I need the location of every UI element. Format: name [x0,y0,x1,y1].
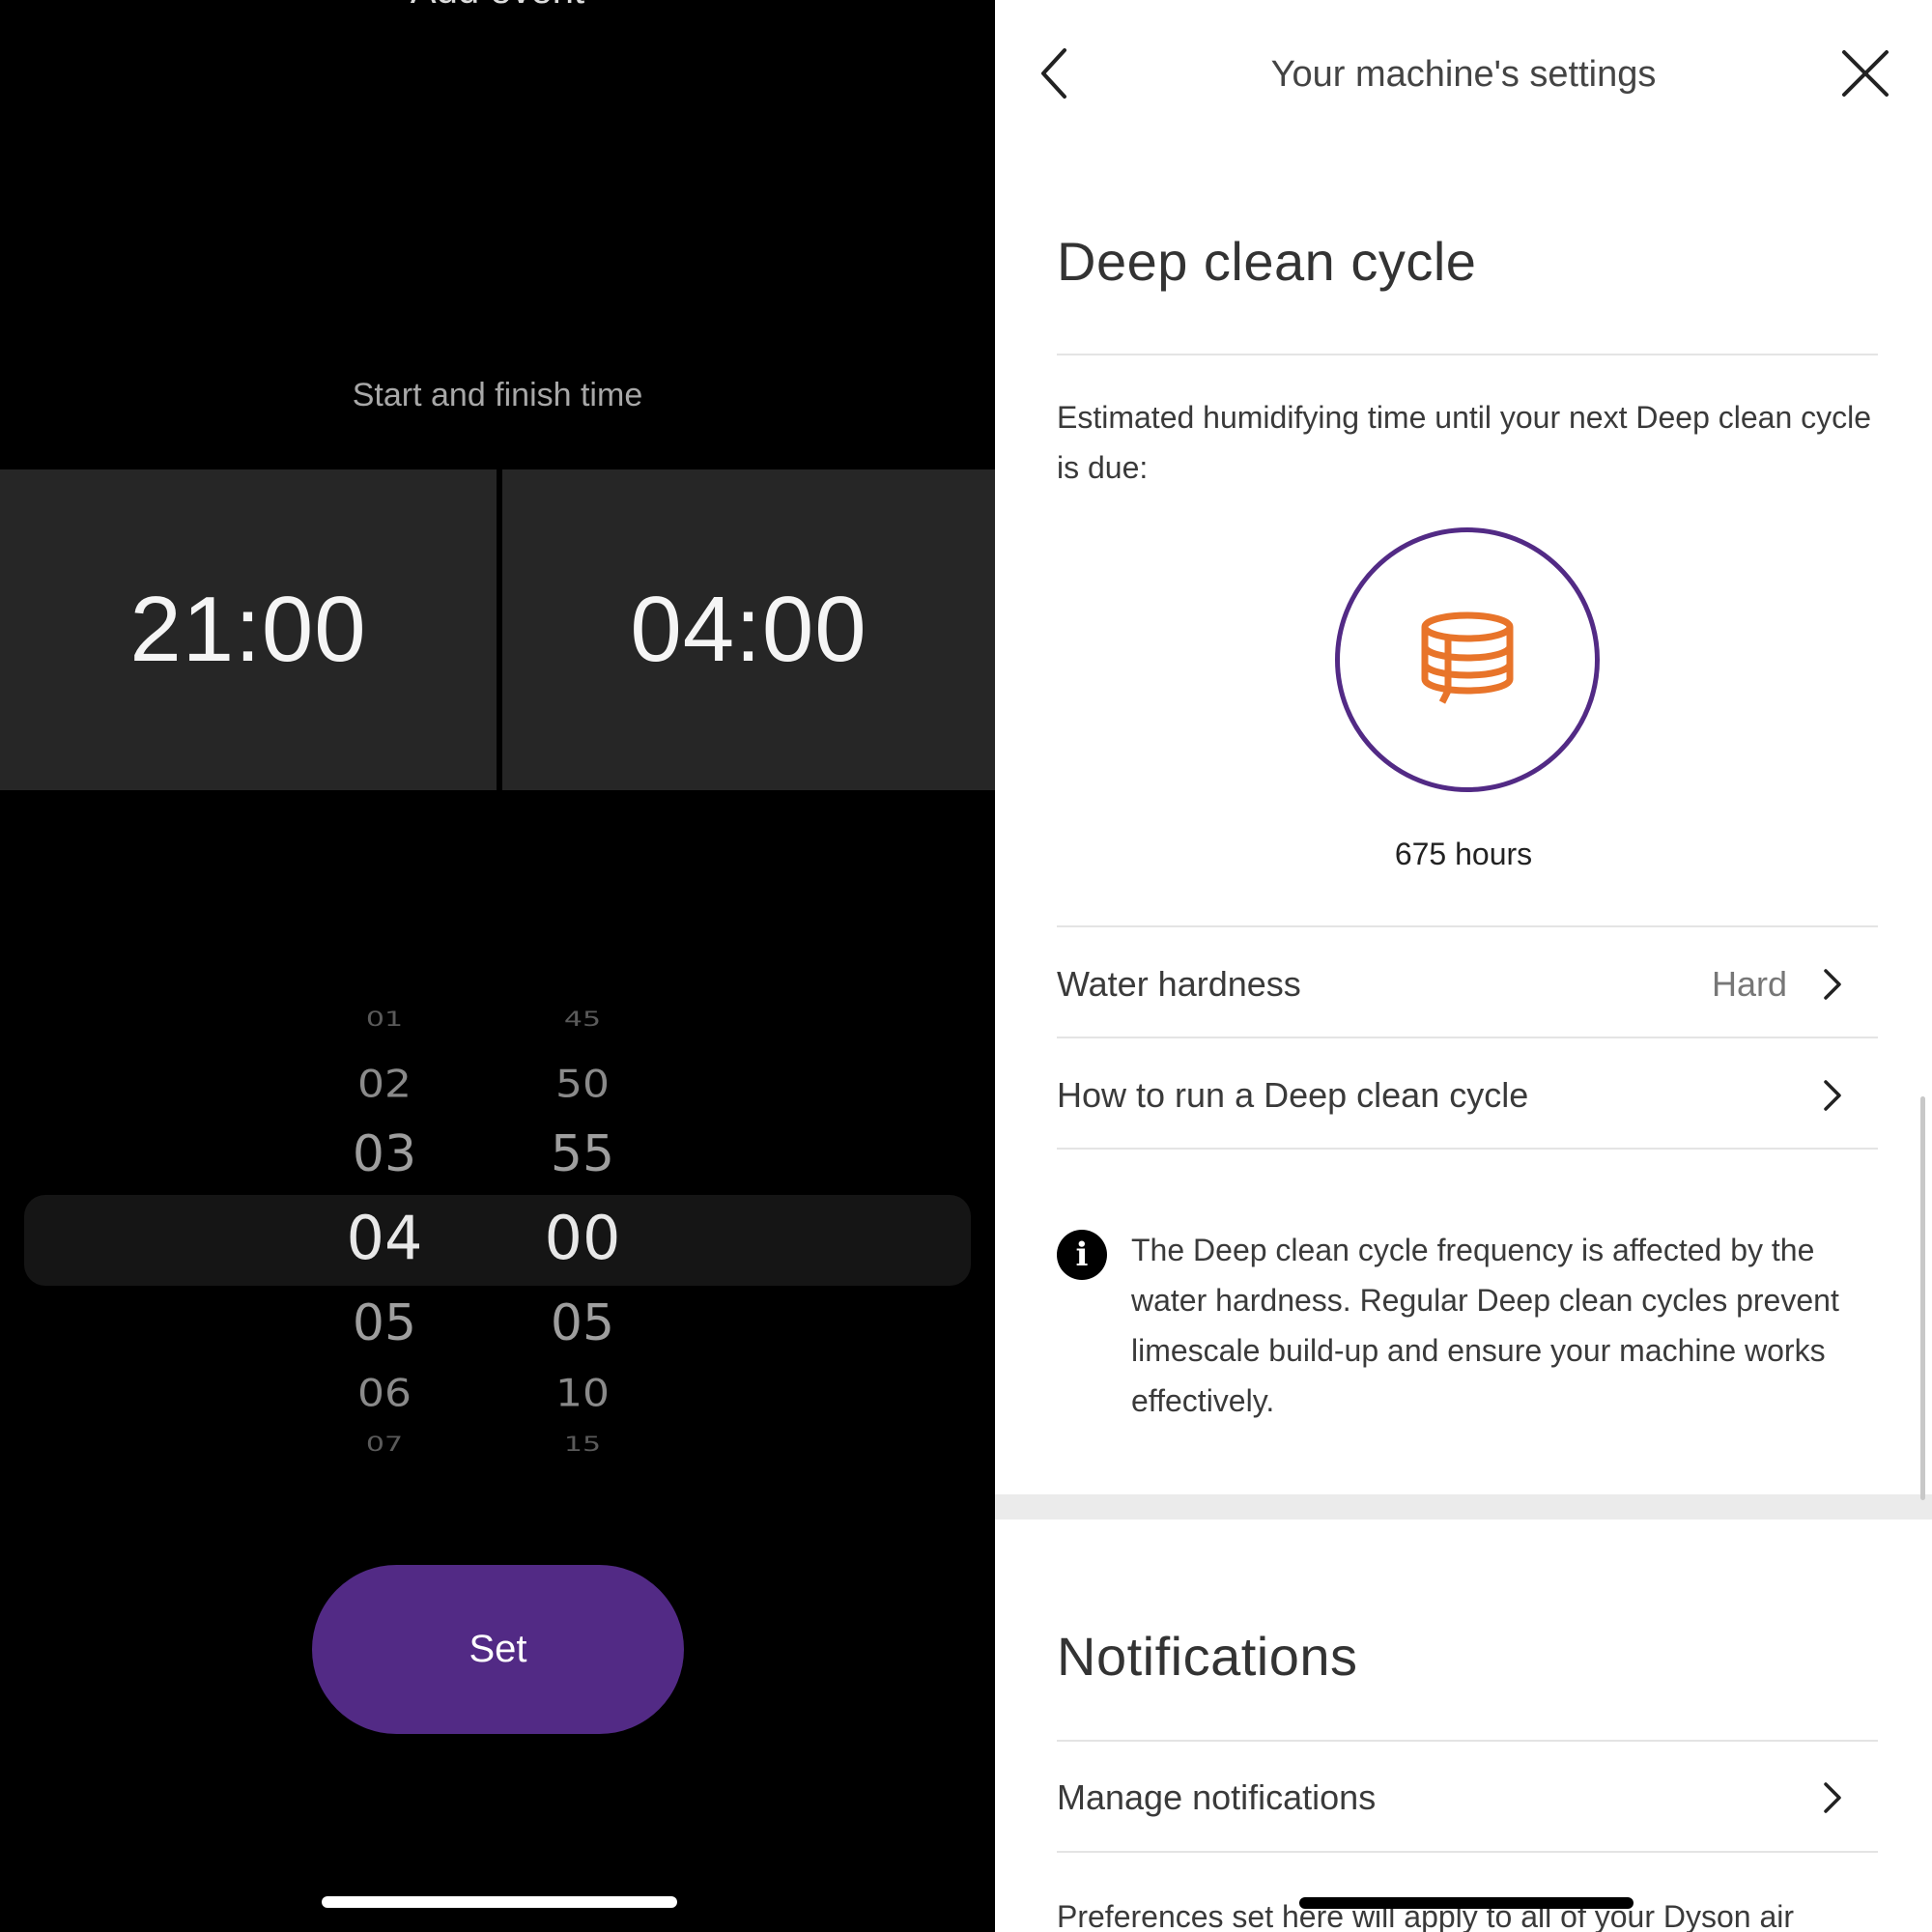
estimate-description: Estimated humidifying time until your ne… [1057,400,1872,485]
water-hardness-row[interactable]: Water hardness Hard [1057,931,1878,1037]
hour-option-selected[interactable]: 04 [317,1203,452,1273]
minute-option[interactable]: 15 [515,1433,650,1452]
divider [1057,925,1878,927]
hour-option[interactable]: 01 [317,1008,452,1027]
minute-option[interactable]: 10 [515,1372,650,1416]
manage-notifications-label: Manage notifications [1057,1777,1377,1817]
close-icon[interactable] [1840,48,1890,99]
minute-wheel[interactable]: 45 50 55 00 05 10 15 [515,1008,650,1463]
hour-option[interactable]: 05 [317,1294,452,1352]
manage-notifications-row[interactable]: Manage notifications [1057,1745,1878,1851]
time-picker[interactable]: 01 02 03 04 05 06 07 45 50 55 00 05 10 1… [0,1008,995,1463]
minute-option-selected[interactable]: 00 [515,1203,650,1273]
hours-remaining: 675 hours [1394,837,1533,871]
screen-title: Your machine's settings [1270,54,1657,95]
water-hardness-label: Water hardness [1057,964,1301,1004]
finish-time-tile[interactable]: 04:00 [502,469,995,790]
chevron-right-icon [1824,1080,1841,1111]
minute-option[interactable]: 55 [515,1125,650,1183]
hour-wheel[interactable]: 01 02 03 04 05 06 07 [317,1008,452,1463]
divider [1057,1740,1878,1742]
how-to-run-label: How to run a Deep clean cycle [1057,1075,1529,1115]
minute-option[interactable]: 50 [515,1063,650,1107]
info-description: The Deep clean cycle frequency is affect… [1131,1233,1839,1418]
divider [1057,1037,1878,1038]
how-to-run-row[interactable]: How to run a Deep clean cycle [1057,1042,1878,1149]
water-hardness-value: Hard [1711,964,1787,1004]
scrollbar[interactable] [1920,1096,1925,1500]
filter-cartridge-icon [1421,611,1514,704]
add-event-screen: Add event Start and finish time 21:00 04… [0,0,995,1932]
deep-clean-heading: Deep clean cycle [1057,231,1477,292]
minute-option[interactable]: 45 [515,1008,650,1027]
divider [1057,1148,1878,1150]
hour-option[interactable]: 02 [317,1063,452,1107]
picker-selection-highlight [24,1195,971,1286]
chevron-right-icon [1824,1782,1841,1813]
close-icon[interactable] [874,0,932,10]
screen-title: Add event [0,0,995,13]
hour-option[interactable]: 06 [317,1372,452,1416]
minute-option[interactable]: 05 [515,1294,650,1352]
section-separator [995,1494,1932,1520]
home-indicator [1299,1897,1634,1909]
home-indicator [322,1896,677,1908]
hour-option[interactable]: 07 [317,1433,452,1452]
hour-option[interactable]: 03 [317,1125,452,1183]
info-icon: i [1057,1230,1107,1280]
divider [1057,354,1878,355]
notifications-heading: Notifications [1057,1626,1358,1687]
start-finish-label: Start and finish time [352,377,643,413]
chevron-right-icon [1824,969,1841,1000]
machine-settings-screen: Your machine's settings Deep clean cycle… [995,0,1932,1932]
divider [1057,1851,1878,1853]
start-time-tile[interactable]: 21:00 [0,469,497,790]
deep-clean-progress-ring [1335,527,1600,792]
set-button[interactable]: Set [312,1565,684,1734]
